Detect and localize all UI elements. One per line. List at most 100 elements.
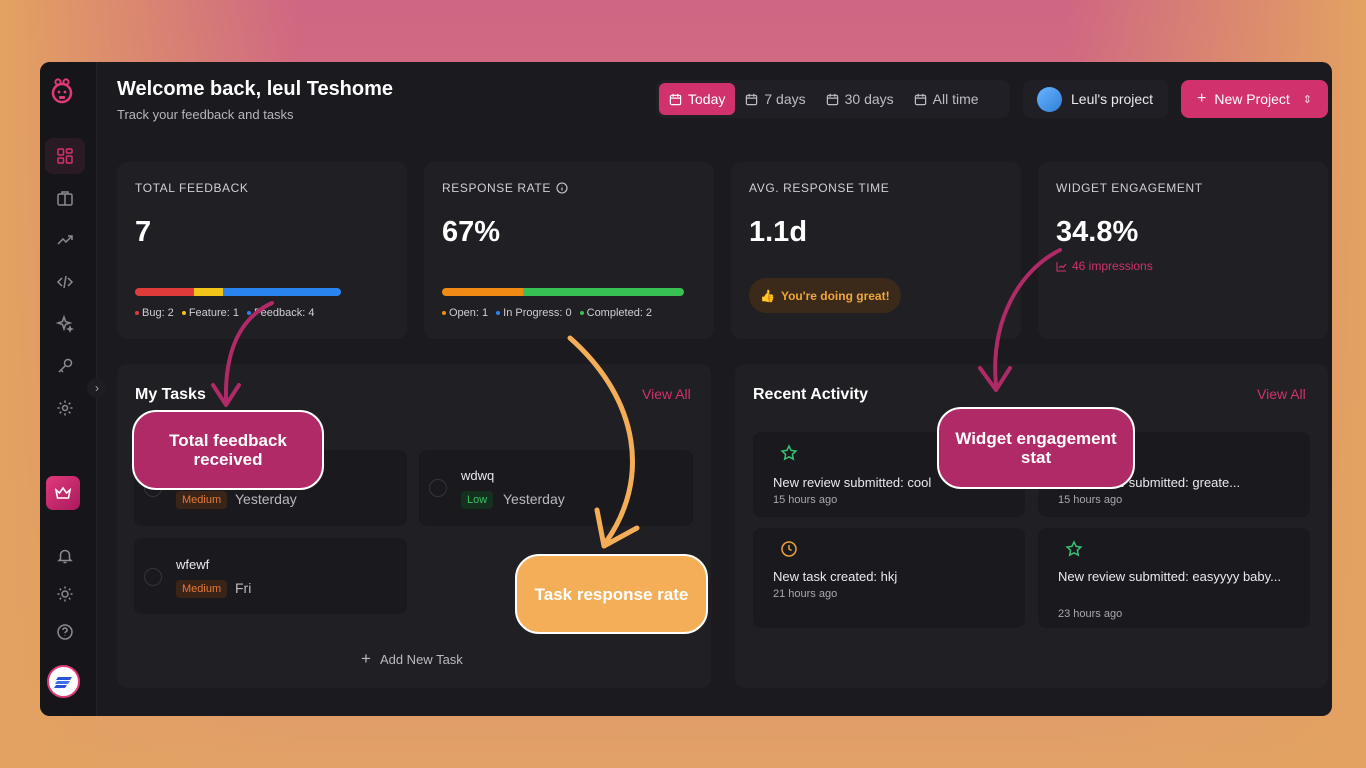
new-project-button[interactable]: + New Project ⇕ [1181, 80, 1328, 118]
range-label: 7 days [764, 91, 806, 107]
range-30-days[interactable]: 30 days [816, 83, 904, 115]
callout-task-response: Task response rate [515, 554, 708, 634]
bug-dot-icon [135, 311, 139, 315]
tasks-view-all-link[interactable]: View All [642, 386, 691, 402]
calendar-icon [746, 93, 758, 105]
bar-segment [522, 288, 684, 296]
stat-label: AVG. RESPONSE TIME [749, 181, 890, 195]
stat-value: 67% [442, 216, 501, 248]
info-icon[interactable] [556, 182, 568, 194]
feedback-type-legend: Bug: 2 Feature: 1 Feedback: 4 [135, 307, 315, 319]
legend-label: Feature: 1 [188, 307, 239, 319]
range-today[interactable]: Today [659, 83, 736, 115]
stat-label: WIDGET ENGAGEMENT [1056, 181, 1203, 195]
upgrade-button[interactable] [46, 476, 80, 510]
briefcase-icon [57, 191, 73, 206]
activity-time: 15 hours ago [1058, 494, 1123, 506]
status-badge: 👍 You're doing great! [749, 278, 901, 313]
task-name: wdwq [461, 468, 495, 483]
project-avatar [1037, 86, 1062, 112]
calendar-icon [826, 93, 838, 105]
add-task-button[interactable]: + Add New Task [361, 649, 463, 669]
nav-widget-code[interactable] [45, 264, 85, 300]
stat-value: 1.1d [749, 216, 808, 248]
user-avatar-logo-icon [53, 676, 72, 688]
stat-value: 34.8% [1056, 216, 1139, 248]
legend-label: Open: 1 [449, 307, 489, 319]
add-task-label: Add New Task [379, 651, 463, 667]
stat-card-avg-response: AVG. RESPONSE TIME 1.1d 👍 You're doing g… [731, 162, 1021, 339]
feedback-type-bar [135, 288, 341, 296]
activity-time: 15 hours ago [773, 494, 838, 506]
help-button[interactable] [45, 614, 85, 650]
nav-settings[interactable] [45, 390, 85, 426]
legend-label: In Progress: 0 [503, 307, 572, 319]
range-label: Today [688, 91, 726, 107]
activity-text: New review submitted: easyyyy baby... [1058, 569, 1282, 584]
range-all-time[interactable]: All time [904, 83, 989, 115]
nav-projects[interactable] [45, 180, 85, 216]
section-title: Recent Activity [753, 386, 868, 403]
project-name: Leul's project [1071, 91, 1154, 107]
star-icon [1065, 540, 1083, 557]
bell-icon [57, 549, 73, 564]
legend-item-completed: Completed: 2 [579, 307, 653, 319]
activity-time: 23 hours ago [1058, 608, 1123, 620]
status-badge-text: You're doing great! [780, 288, 890, 303]
range-label: All time [932, 91, 979, 107]
legend-label: Completed: 2 [586, 307, 653, 319]
nav-analytics[interactable] [45, 222, 85, 258]
stat-card-widget-engagement: WIDGET ENGAGEMENT 34.8% 46 impressions [1038, 162, 1328, 339]
task-card[interactable]: wfewf Medium Fri [134, 538, 407, 614]
project-selector[interactable]: Leul's project [1023, 80, 1168, 118]
stat-card-response-rate: RESPONSE RATE 67% Open: 1 In Progress: 0… [424, 162, 714, 339]
section-title: My Tasks [135, 386, 206, 403]
theme-toggle[interactable] [45, 576, 85, 612]
priority-badge: Low [461, 491, 494, 509]
response-status-bar [442, 288, 684, 296]
bar-segment [193, 288, 224, 296]
trending-up-icon [57, 235, 73, 245]
stat-label: TOTAL FEEDBACK [135, 181, 249, 195]
task-due: Fri [235, 580, 252, 596]
notifications-button[interactable] [45, 538, 85, 574]
priority-badge: Medium [176, 580, 228, 598]
task-checkbox[interactable] [429, 479, 447, 497]
new-project-label: New Project [1214, 91, 1290, 107]
callout-total-feedback: Total feedback received [132, 410, 324, 490]
activity-time: 21 hours ago [773, 588, 838, 600]
stat-label-text: RESPONSE RATE [442, 181, 551, 195]
chart-line-icon [1056, 261, 1067, 272]
impressions-text: 46 impressions [1072, 259, 1153, 273]
clock-icon [781, 541, 797, 557]
bar-segment [135, 288, 194, 296]
user-avatar[interactable] [47, 665, 80, 698]
stat-card-total-feedback: TOTAL FEEDBACK 7 Bug: 2 Feature: 1 Feedb… [117, 162, 407, 339]
thumbs-up-icon: 👍 [760, 288, 775, 303]
legend-item-feedback: Feedback: 4 [246, 307, 315, 319]
nav-dashboard[interactable] [45, 138, 85, 174]
activity-item[interactable]: New review submitted: easyyyy baby... 23… [1038, 528, 1310, 628]
gear-icon [57, 400, 73, 416]
nav-ai[interactable] [45, 306, 85, 342]
page-subtitle: Track your feedback and tasks [117, 107, 294, 122]
task-name: wfewf [176, 557, 210, 572]
task-checkbox[interactable] [144, 568, 162, 586]
calendar-icon [914, 93, 926, 105]
completed-dot-icon [579, 311, 584, 315]
activity-item[interactable]: New task created: hkj 21 hours ago [753, 528, 1025, 628]
app-logo [51, 78, 73, 104]
nav-api-keys[interactable] [45, 348, 85, 384]
dashboard-icon [57, 148, 73, 164]
chevron-right-icon: › [95, 381, 99, 395]
task-card[interactable]: wdwq Low Yesterday [419, 450, 693, 526]
key-icon [58, 358, 73, 373]
chevron-updown-icon: ⇕ [1302, 93, 1312, 106]
activity-view-all-link[interactable]: View All [1257, 386, 1306, 402]
open-dot-icon [442, 311, 446, 315]
range-7-days[interactable]: 7 days [735, 83, 815, 115]
legend-item-feature: Feature: 1 [181, 307, 239, 319]
legend-label: Bug: 2 [142, 307, 174, 319]
sidebar-expand-button[interactable]: › [87, 378, 107, 398]
range-label: 30 days [844, 91, 894, 107]
